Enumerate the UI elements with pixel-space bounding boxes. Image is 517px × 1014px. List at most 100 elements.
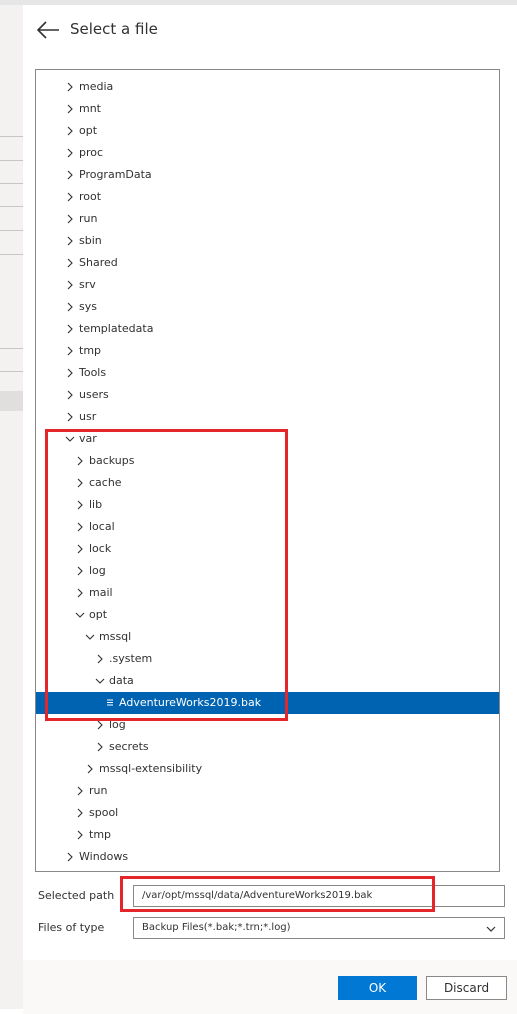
tree-folder-item[interactable]: secrets [36, 736, 499, 758]
chevron-right-icon[interactable] [65, 412, 75, 422]
selected-path-input[interactable]: /var/opt/mssql/data/AdventureWorks2019.b… [133, 885, 505, 907]
tree-folder-item[interactable]: tmp [36, 824, 499, 846]
chevron-right-icon[interactable] [75, 456, 85, 466]
chevron-right-icon[interactable] [75, 808, 85, 818]
chevron-right-icon[interactable] [75, 478, 85, 488]
tree-folder-item[interactable]: run [36, 780, 499, 802]
panel-footer: OK Discard [23, 960, 517, 1014]
chevron-right-icon[interactable] [95, 654, 105, 664]
chevron-right-icon[interactable] [75, 522, 85, 532]
tree-folder-item[interactable]: root [36, 186, 499, 208]
chevron-right-icon[interactable] [75, 588, 85, 598]
chevron-down-icon[interactable] [75, 610, 85, 620]
tree-folder-item[interactable]: Shared [36, 252, 499, 274]
chevron-right-icon[interactable] [75, 500, 85, 510]
chevron-right-icon[interactable] [65, 258, 75, 268]
chevron-right-icon[interactable] [65, 324, 75, 334]
tree-folder-item[interactable]: users [36, 384, 499, 406]
chevron-right-icon[interactable] [65, 852, 75, 862]
chevron-right-icon[interactable] [65, 280, 75, 290]
tree-folder-item[interactable]: tmp [36, 340, 499, 362]
chevron-down-icon[interactable] [65, 434, 75, 444]
chevron-right-icon[interactable] [65, 214, 75, 224]
tree-folder-item[interactable]: sbin [36, 230, 499, 252]
files-of-type-label: Files of type [38, 921, 105, 934]
tree-item-label: mssql-extensibility [99, 762, 203, 775]
file-icon [107, 699, 113, 706]
tree-folder-item[interactable]: lock [36, 538, 499, 560]
tree-item-label: srv [79, 278, 96, 291]
tree-folder-item[interactable]: templatedata [36, 318, 499, 340]
chevron-right-icon[interactable] [75, 830, 85, 840]
chevron-right-icon[interactable] [65, 170, 75, 180]
chevron-right-icon[interactable] [65, 346, 75, 356]
tree-folder-item[interactable]: backups [36, 450, 499, 472]
tree-item-label: lib [89, 498, 103, 511]
chevron-right-icon[interactable] [75, 544, 85, 554]
tree-folder-item[interactable]: opt [36, 604, 499, 626]
tree-folder-item[interactable]: opt [36, 120, 499, 142]
files-of-type-value: Backup Files(*.bak;*.trn;*.log) [142, 922, 291, 933]
tree-folder-item[interactable]: spool [36, 802, 499, 824]
back-button[interactable] [35, 19, 61, 41]
tree-item-label: ProgramData [79, 168, 152, 181]
files-of-type-select[interactable]: Backup Files(*.bak;*.trn;*.log) [133, 917, 505, 939]
select-file-panel: Select a file libx media mnt opt proc Program… [23, 5, 517, 1014]
chevron-right-icon[interactable] [75, 786, 85, 796]
file-tree: libx media mnt opt proc ProgramData root run sbi… [35, 69, 500, 872]
chevron-right-icon[interactable] [65, 126, 75, 136]
chevron-right-icon[interactable] [85, 764, 95, 774]
tree-item-label: backups [89, 454, 135, 467]
tree-item-label: sbin [79, 234, 102, 247]
tree-folder-item[interactable]: log [36, 714, 499, 736]
tree-file-item[interactable]: AdventureWorks2019.bak [36, 692, 499, 714]
tree-folder-item[interactable]: media [36, 76, 499, 98]
tree-folder-item[interactable]: srv [36, 274, 499, 296]
tree-folder-item[interactable]: local [36, 516, 499, 538]
chevron-right-icon[interactable] [65, 390, 75, 400]
chevron-right-icon[interactable] [95, 742, 105, 752]
chevron-right-icon[interactable] [65, 192, 75, 202]
chevron-right-icon[interactable] [65, 82, 75, 92]
tree-item-label: root [79, 190, 102, 203]
tree-item-label: media [79, 80, 114, 93]
tree-folder-item[interactable]: ProgramData [36, 164, 499, 186]
tree-folder-item[interactable]: var [36, 428, 499, 450]
tree-item-label: var [79, 432, 97, 445]
tree-item-label: sys [79, 300, 97, 313]
tree-folder-item[interactable]: Tools [36, 362, 499, 384]
chevron-right-icon[interactable] [75, 566, 85, 576]
chevron-right-icon[interactable] [95, 720, 105, 730]
chevron-down-icon[interactable] [95, 676, 105, 686]
tree-item-label: mail [89, 586, 113, 599]
chevron-down-icon[interactable] [85, 632, 95, 642]
tree-item-label: log [109, 718, 126, 731]
chevron-right-icon[interactable] [65, 302, 75, 312]
tree-folder-item[interactable]: mssql [36, 626, 499, 648]
chevron-right-icon[interactable] [65, 69, 75, 70]
tree-folder-item[interactable]: libx [36, 69, 499, 76]
tree-item-label: Tools [79, 366, 107, 379]
ok-button[interactable]: OK [338, 976, 417, 1000]
chevron-right-icon[interactable] [65, 368, 75, 378]
tree-folder-item[interactable]: log [36, 560, 499, 582]
tree-folder-item[interactable]: cache [36, 472, 499, 494]
tree-folder-item[interactable]: mssql-extensibility [36, 758, 499, 780]
chevron-right-icon[interactable] [65, 104, 75, 114]
discard-button[interactable]: Discard [426, 976, 507, 1000]
tree-folder-item[interactable]: lib [36, 494, 499, 516]
tree-item-label: run [79, 212, 98, 225]
chevron-right-icon[interactable] [65, 236, 75, 246]
tree-folder-item[interactable]: run [36, 208, 499, 230]
tree-item-label: .system [109, 652, 153, 665]
tree-folder-item[interactable]: data [36, 670, 499, 692]
tree-folder-item[interactable]: proc [36, 142, 499, 164]
tree-folder-item[interactable]: .system [36, 648, 499, 670]
tree-item-label: AdventureWorks2019.bak [119, 696, 262, 709]
chevron-right-icon[interactable] [65, 148, 75, 158]
tree-folder-item[interactable]: mail [36, 582, 499, 604]
tree-folder-item[interactable]: sys [36, 296, 499, 318]
tree-folder-item[interactable]: mnt [36, 98, 499, 120]
tree-folder-item[interactable]: Windows [36, 846, 499, 868]
tree-folder-item[interactable]: usr [36, 406, 499, 428]
